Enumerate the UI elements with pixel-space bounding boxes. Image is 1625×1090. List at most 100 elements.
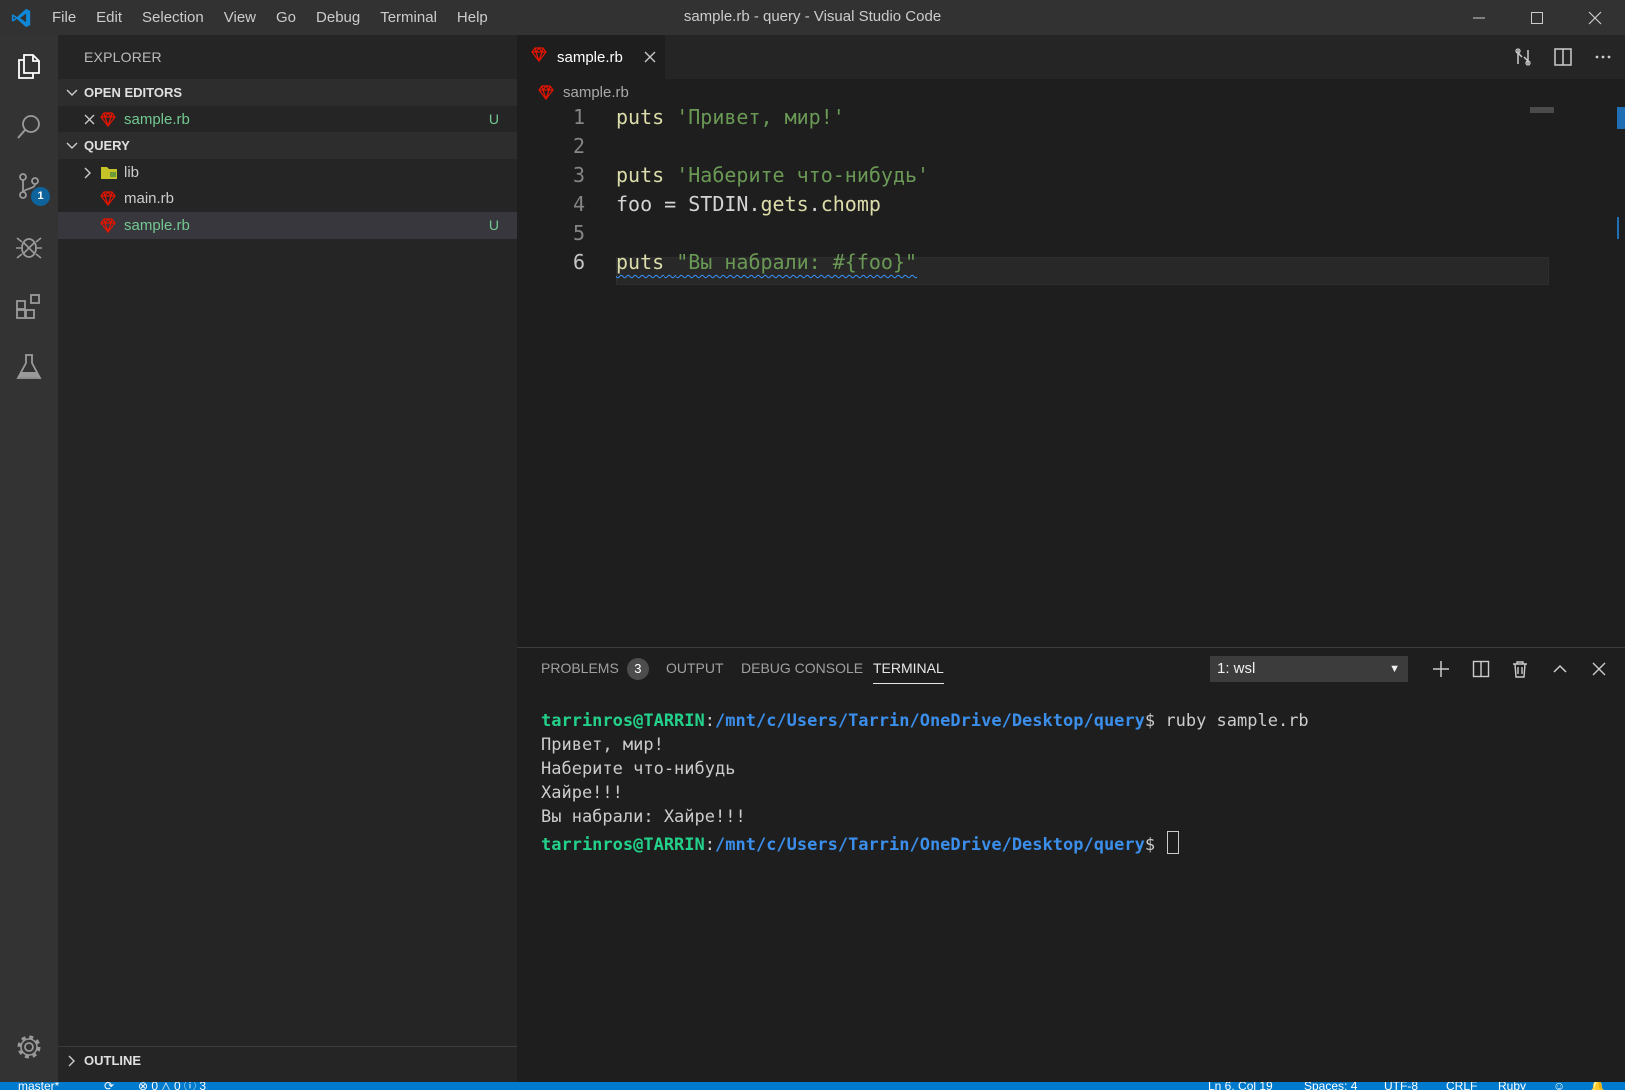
split-icon	[1472, 660, 1490, 678]
activity-debug[interactable]	[0, 218, 58, 276]
breadcrumb-label: sample.rb	[563, 84, 629, 101]
activity-search[interactable]	[0, 98, 58, 156]
method-name: gets	[760, 192, 809, 216]
keyword: puts	[616, 250, 665, 274]
section-open-editors[interactable]: OPEN EDITORS	[58, 79, 517, 106]
minimize-button[interactable]	[1450, 0, 1508, 35]
breadcrumb[interactable]: sample.rb	[517, 79, 1625, 107]
folder-icon	[101, 167, 117, 179]
ruby-icon	[538, 85, 554, 100]
code-text: .	[808, 192, 821, 216]
close-icon[interactable]	[644, 51, 656, 63]
kill-terminal-button[interactable]	[1507, 656, 1533, 682]
code-editor[interactable]: 1 2 3 4 5 6 puts 'Привет, мир!' puts 'На…	[517, 105, 1625, 647]
maximize-button[interactable]	[1508, 0, 1566, 35]
line-ending[interactable]: CRLF	[1446, 1082, 1477, 1090]
plus-icon	[1433, 661, 1449, 677]
split-editor-icon[interactable]	[1553, 47, 1573, 67]
git-status-badge: U	[488, 111, 499, 127]
chevron-right-icon	[68, 1055, 75, 1067]
terminal-select[interactable]: 1: wsl ▼	[1210, 656, 1408, 682]
activity-explorer[interactable]	[0, 37, 58, 95]
branch-indicator[interactable]: master*	[18, 1082, 59, 1090]
code-text: foo = STDIN.	[616, 192, 761, 216]
terminal-path: /mnt/c/Users/Tarrin/OneDrive/Desktop/que…	[715, 835, 1145, 855]
source-control-badge: 1	[31, 187, 50, 206]
menu-debug[interactable]: Debug	[306, 0, 370, 35]
tree-item-lib[interactable]: lib	[58, 159, 517, 186]
close-window-button[interactable]	[1566, 0, 1624, 35]
feedback-icon[interactable]: ☺	[1553, 1082, 1565, 1090]
info-count: 3	[199, 1082, 207, 1090]
close-panel-button[interactable]	[1586, 656, 1612, 682]
tab-sample-rb[interactable]: sample.rb	[517, 35, 665, 79]
close-icon[interactable]	[84, 114, 95, 125]
string-literal: 'Наберите что-нибудь'	[676, 163, 930, 187]
method-name: chomp	[820, 192, 881, 216]
activity-test[interactable]	[0, 338, 58, 396]
terminal-sep: :	[704, 711, 716, 731]
menu-view[interactable]: View	[214, 0, 266, 35]
activity-extensions[interactable]	[0, 278, 58, 336]
debug-icon	[16, 237, 42, 259]
tab-terminal[interactable]: TERMINAL	[873, 648, 944, 688]
terminal-output: Хайре!!!	[541, 783, 623, 803]
terminal-user: tarrinros@TARRIN	[541, 711, 705, 731]
test-icon	[16, 354, 42, 379]
menu-help[interactable]: Help	[447, 0, 498, 35]
menu-go[interactable]: Go	[266, 0, 306, 35]
sync-icon[interactable]: ⟳	[104, 1082, 114, 1090]
language-mode[interactable]: Ruby	[1498, 1082, 1526, 1090]
section-query[interactable]: QUERY	[58, 132, 517, 159]
terminal-select-value: 1: wsl	[1217, 660, 1256, 677]
terminal-line[interactable]: tarrinros@TARRIN:/mnt/c/Users/Tarrin/One…	[541, 831, 1180, 855]
activity-settings[interactable]	[0, 1018, 58, 1076]
line-number: 3	[572, 163, 585, 187]
chevron-down-icon	[66, 142, 78, 149]
menu-selection[interactable]: Selection	[132, 0, 214, 35]
minimap[interactable]	[1530, 107, 1554, 113]
problems-indicator[interactable]: ⊗ 0 △ 0 ⓘ 3	[138, 1082, 206, 1090]
tab-problems[interactable]: PROBLEMS 3	[541, 648, 649, 688]
line-number: 1	[572, 105, 585, 129]
open-editor-item[interactable]: sample.rb U	[58, 106, 517, 133]
more-actions-icon[interactable]	[1593, 47, 1613, 67]
menu-terminal[interactable]: Terminal	[370, 0, 447, 35]
trash-icon	[1513, 661, 1527, 678]
terminal-prompt: $	[1144, 711, 1156, 731]
tree-item-sample-rb[interactable]: sample.rb U	[58, 212, 517, 239]
keyword: puts	[616, 163, 665, 187]
tab-output[interactable]: OUTPUT	[666, 648, 724, 688]
section-label: OUTLINE	[84, 1053, 142, 1068]
chevron-right-icon	[84, 167, 91, 179]
tab-debug-console[interactable]: DEBUG CONSOLE	[741, 648, 863, 688]
open-editor-label: sample.rb	[124, 111, 190, 128]
open-changes-icon[interactable]	[1513, 47, 1533, 67]
menu-edit[interactable]: Edit	[86, 0, 132, 35]
encoding[interactable]: UTF-8	[1384, 1082, 1418, 1090]
terminal-command: ruby sample.rb	[1155, 711, 1309, 731]
activity-source-control[interactable]: 1	[0, 157, 58, 215]
ruby-icon	[100, 112, 116, 127]
split-terminal-button[interactable]	[1468, 656, 1494, 682]
problems-count-badge: 3	[626, 658, 649, 680]
new-terminal-button[interactable]	[1428, 656, 1454, 682]
cursor-position[interactable]: Ln 6, Col 19	[1208, 1082, 1273, 1090]
ruby-icon	[100, 191, 116, 206]
gear-icon	[17, 1035, 41, 1059]
section-outline[interactable]: OUTLINE	[58, 1046, 517, 1074]
sidebar-title: EXPLORER	[84, 49, 162, 65]
menu-file[interactable]: File	[42, 0, 86, 35]
ruby-icon	[100, 218, 116, 233]
maximize-panel-button[interactable]	[1547, 656, 1573, 682]
code-line-3: puts 'Наберите что-нибудь'	[616, 163, 929, 187]
terminal-output: Привет, мир!	[541, 735, 664, 755]
code-line-1: puts 'Привет, мир!'	[616, 105, 845, 129]
tree-item-main-rb[interactable]: main.rb	[58, 185, 517, 212]
indentation[interactable]: Spaces: 4	[1304, 1082, 1357, 1090]
line-number: 5	[572, 221, 585, 245]
bottom-panel: PROBLEMS 3 OUTPUT DEBUG CONSOLE TERMINAL …	[517, 647, 1625, 1082]
bell-icon[interactable]: 🔔	[1590, 1082, 1605, 1090]
terminal-path: /mnt/c/Users/Tarrin/OneDrive/Desktop/que…	[715, 711, 1145, 731]
maximize-icon	[1531, 11, 1543, 24]
